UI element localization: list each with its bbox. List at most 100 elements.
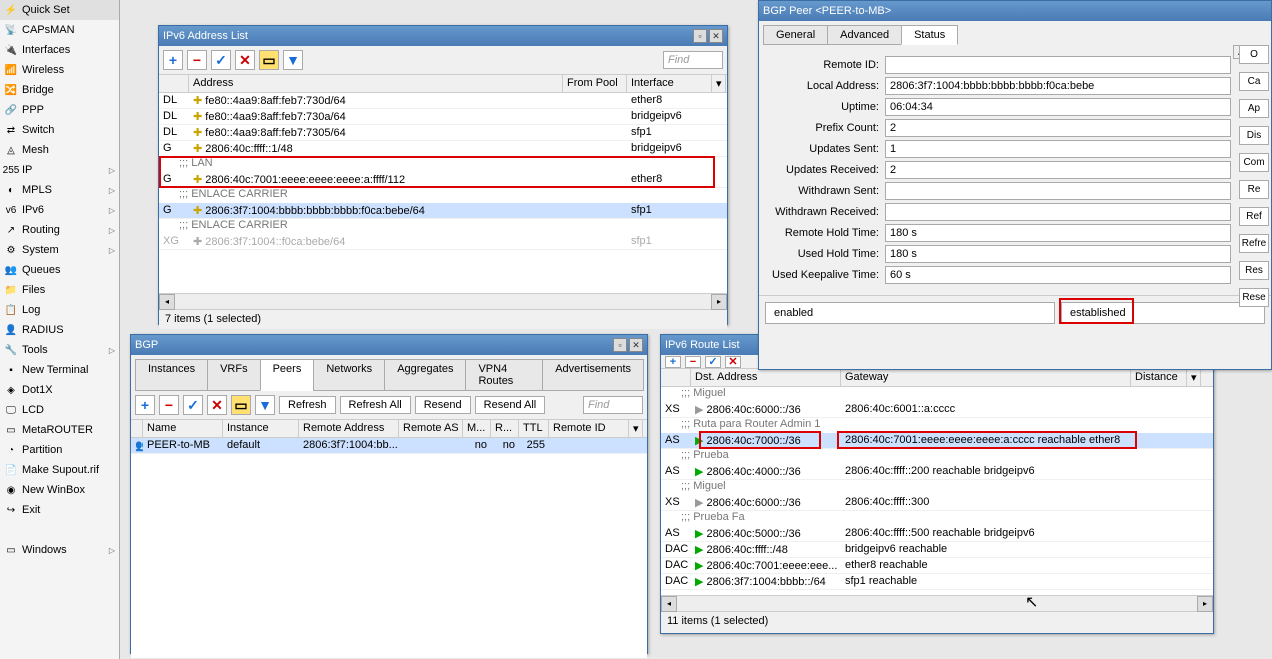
resend-all-button[interactable]: Resend All	[475, 396, 546, 414]
comment-button[interactable]: ▭	[231, 395, 251, 415]
sidebar-item-bridge[interactable]: 🔀Bridge	[0, 80, 119, 100]
remote-id-field[interactable]	[885, 56, 1231, 74]
side-button-0[interactable]: O	[1239, 45, 1269, 64]
sidebar-item-metarouter[interactable]: ▭MetaROUTER	[0, 420, 119, 440]
disable-button[interactable]: ✕	[207, 395, 227, 415]
comment-row[interactable]: ;;; ENLACE CARRIER	[159, 188, 727, 203]
side-button-4[interactable]: Com	[1239, 153, 1269, 172]
col-ttl[interactable]: TTL	[519, 420, 549, 437]
sidebar-item-routing[interactable]: ↗Routing▷	[0, 220, 119, 240]
col-from-pool[interactable]: From Pool	[563, 75, 627, 92]
table-row[interactable]: DL✚ fe80::4aa9:8aff:feb7:7305/64sfp1	[159, 125, 727, 141]
side-button-7[interactable]: Refre	[1239, 234, 1269, 253]
refresh-all-button[interactable]: Refresh All	[340, 396, 411, 414]
col-instance[interactable]: Instance	[223, 420, 299, 437]
sidebar-item-mpls[interactable]: ◐MPLS▷	[0, 180, 119, 200]
search-input[interactable]: Find	[583, 396, 643, 414]
table-row[interactable]: XG✚ 2806:3f7:1004::f0ca:bebe/64sfp1	[159, 234, 727, 250]
sidebar-item-queues[interactable]: 👥Queues	[0, 260, 119, 280]
sidebar-item-ppp[interactable]: 🔗PPP	[0, 100, 119, 120]
filter-button[interactable]: ▼	[283, 50, 303, 70]
side-button-2[interactable]: Ap	[1239, 99, 1269, 118]
horizontal-scrollbar[interactable]: ◂ ▸	[159, 293, 727, 309]
resend-button[interactable]: Resend	[415, 396, 471, 414]
add-button[interactable]: +	[163, 50, 183, 70]
table-row[interactable]: 👥PEER-to-MBdefault2806:3f7:1004:bb...non…	[131, 438, 647, 454]
comment-button[interactable]: ▭	[259, 50, 279, 70]
withdrawn-sent-field[interactable]	[885, 182, 1231, 200]
col-flag[interactable]	[159, 75, 189, 92]
filter-button[interactable]: ▼	[255, 395, 275, 415]
updates-sent-field[interactable]: 1	[885, 140, 1231, 158]
comment-row[interactable]: ;;; LAN	[159, 157, 727, 172]
table-row[interactable]: AS▶ 2806:40c:4000::/362806:40c:ffff::200…	[661, 464, 1213, 480]
search-input[interactable]: Find	[663, 51, 723, 69]
add-button[interactable]: +	[135, 395, 155, 415]
comment-row[interactable]: ;;; Prueba Fa	[661, 511, 1213, 526]
scroll-right-icon[interactable]: ▸	[1197, 596, 1213, 612]
col-gateway[interactable]: Gateway	[841, 369, 1131, 386]
remove-button[interactable]: −	[159, 395, 179, 415]
sidebar-item-make-supout.rif[interactable]: 📄Make Supout.rif	[0, 460, 119, 480]
side-button-8[interactable]: Res	[1239, 261, 1269, 280]
col-dst-address[interactable]: Dst. Address	[691, 369, 841, 386]
col-name[interactable]: Name	[143, 420, 223, 437]
col-remote-address[interactable]: Remote Address	[299, 420, 399, 437]
withdrawn-received-field[interactable]	[885, 203, 1231, 221]
col-address[interactable]: Address	[189, 75, 563, 92]
horizontal-scrollbar[interactable]: ◂ ▸	[661, 595, 1213, 611]
sidebar-item-ip[interactable]: 255IP▷	[0, 160, 119, 180]
comment-row[interactable]: ;;; Miguel	[661, 480, 1213, 495]
tab-vpn4 routes[interactable]: VPN4 Routes	[465, 359, 543, 391]
sidebar-item-quick-set[interactable]: ⚡Quick Set	[0, 0, 119, 20]
side-button-5[interactable]: Re	[1239, 180, 1269, 199]
close-button[interactable]: ✕	[629, 338, 643, 352]
used-hold-time-field[interactable]: 180 s	[885, 245, 1231, 263]
uptime-field[interactable]: 06:04:34	[885, 98, 1231, 116]
sidebar-item-partition[interactable]: ◔Partition	[0, 440, 119, 460]
col-dropdown[interactable]: ▾	[712, 75, 726, 92]
table-row[interactable]: G✚ 2806:3f7:1004:bbbb:bbbb:bbbb:f0ca:beb…	[159, 203, 727, 219]
tab-networks[interactable]: Networks	[313, 359, 385, 391]
comment-row[interactable]: ;;; ENLACE CARRIER	[159, 219, 727, 234]
col-remote-as[interactable]: Remote AS	[399, 420, 463, 437]
remove-button[interactable]: −	[685, 356, 701, 368]
close-button[interactable]: ✕	[709, 29, 723, 43]
table-row[interactable]: XS▶ 2806:40c:6000::/362806:40c:6001::a:c…	[661, 402, 1213, 418]
side-button-3[interactable]: Dis	[1239, 126, 1269, 145]
sidebar-item-wireless[interactable]: 📶Wireless	[0, 60, 119, 80]
sidebar-item-exit[interactable]: ↪Exit	[0, 500, 119, 520]
scroll-left-icon[interactable]: ◂	[159, 294, 175, 310]
grid-body[interactable]: DL✚ fe80::4aa9:8aff:feb7:730d/64ether8DL…	[159, 93, 727, 293]
title-bar[interactable]: IPv6 Address List ▫ ✕	[159, 26, 727, 46]
sidebar-item-system[interactable]: ⚙System▷	[0, 240, 119, 260]
sidebar-item-files[interactable]: 📁Files	[0, 280, 119, 300]
scroll-right-icon[interactable]: ▸	[711, 294, 727, 310]
sidebar-item-tools[interactable]: 🔧Tools▷	[0, 340, 119, 360]
table-row[interactable]: DAC▶ 2806:40c:ffff::/48bridgeipv6 reacha…	[661, 542, 1213, 558]
table-row[interactable]: DL✚ fe80::4aa9:8aff:feb7:730d/64ether8	[159, 93, 727, 109]
remote-hold-time-field[interactable]: 180 s	[885, 224, 1231, 242]
refresh-button[interactable]: Refresh	[279, 396, 336, 414]
grid-body[interactable]: 👥PEER-to-MBdefault2806:3f7:1004:bb...non…	[131, 438, 647, 658]
minimize-button[interactable]: ▫	[693, 29, 707, 43]
scroll-left-icon[interactable]: ◂	[661, 596, 677, 612]
tab-advertisements[interactable]: Advertisements	[542, 359, 644, 391]
col-interface[interactable]: Interface	[627, 75, 712, 92]
sidebar-item-interfaces[interactable]: 🔌Interfaces	[0, 40, 119, 60]
tab-advanced[interactable]: Advanced	[827, 25, 902, 45]
comment-row[interactable]: ;;; Ruta para Router Admin 1	[661, 418, 1213, 433]
col-m[interactable]: M...	[463, 420, 491, 437]
disable-button[interactable]: ✕	[235, 50, 255, 70]
tab-general[interactable]: General	[763, 25, 828, 45]
title-bar[interactable]: BGP ▫ ✕	[131, 335, 647, 355]
side-button-1[interactable]: Ca	[1239, 72, 1269, 91]
side-button-6[interactable]: Ref	[1239, 207, 1269, 226]
tab-instances[interactable]: Instances	[135, 359, 208, 391]
sidebar-item-mesh[interactable]: ◬Mesh	[0, 140, 119, 160]
side-button-9[interactable]: Rese	[1239, 288, 1269, 307]
tab-peers[interactable]: Peers	[260, 359, 315, 391]
title-bar[interactable]: BGP Peer <PEER-to-MB>	[759, 1, 1271, 21]
sidebar-item-switch[interactable]: ⇄Switch	[0, 120, 119, 140]
sidebar-item-dot1x[interactable]: ◈Dot1X	[0, 380, 119, 400]
